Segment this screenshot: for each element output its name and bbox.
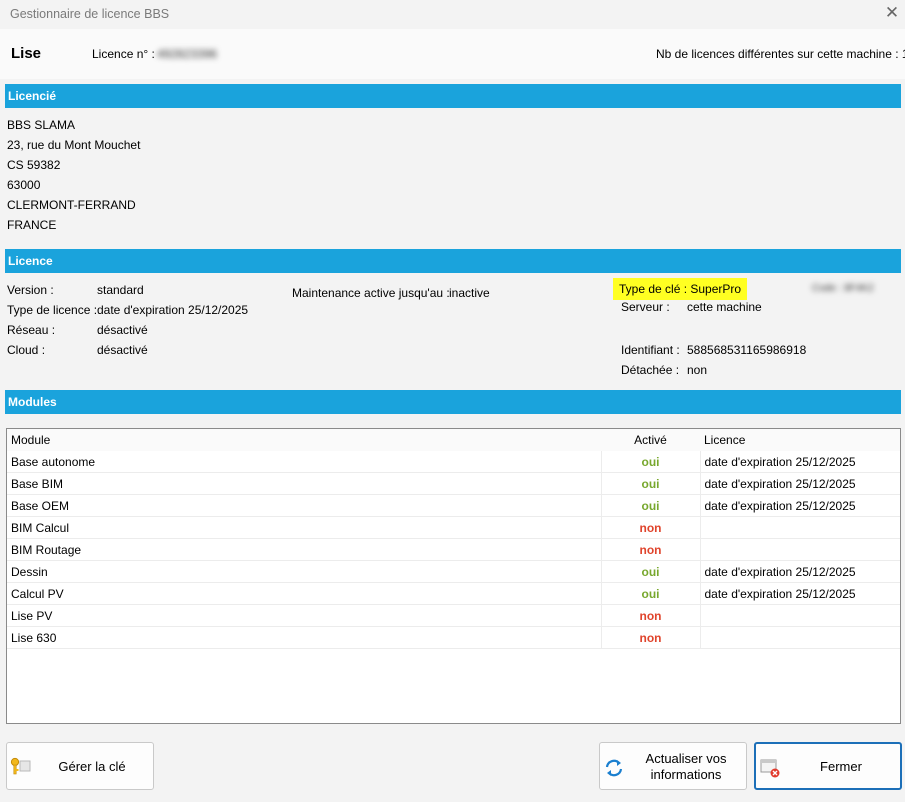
licence-section-bar: Licence (5, 249, 901, 273)
module-licence (700, 538, 900, 561)
detachee-value: non (687, 363, 708, 377)
reseau-label: Réseau : (7, 323, 56, 337)
module-active: oui (600, 451, 701, 473)
module-licence (700, 626, 900, 649)
serveur-value: cette machine (687, 300, 762, 314)
module-name: Dessin (7, 560, 601, 583)
cloud-label: Cloud : (7, 343, 46, 357)
licence-count: Nb de licences différentes sur cette mac… (656, 47, 905, 61)
module-licence: date d'expiration 25/12/2025 (700, 582, 900, 605)
address-line: BBS SLAMA (7, 118, 76, 132)
window-title: Gestionnaire de licence BBS (10, 7, 170, 21)
module-active: oui (600, 472, 701, 495)
module-licence: date d'expiration 25/12/2025 (700, 560, 900, 583)
module-active: non (600, 516, 701, 539)
reseau-value: désactivé (97, 323, 148, 337)
maintenance-label: Maintenance active jusqu'au : (292, 286, 450, 300)
module-licence (700, 516, 900, 539)
column-header-active[interactable]: Activé (601, 429, 700, 451)
module-name: Calcul PV (7, 582, 601, 605)
refresh-label-line1: Actualiser vos (645, 751, 727, 766)
module-name: Base OEM (7, 494, 601, 517)
table-row[interactable]: Lise 630 non (7, 626, 900, 649)
module-licence: date d'expiration 25/12/2025 (700, 451, 900, 473)
module-name: Lise PV (7, 604, 601, 627)
column-header-module[interactable]: Module (7, 429, 601, 451)
address-line: 63000 (7, 178, 41, 192)
modules-heading: Modules (8, 395, 57, 409)
manage-key-label: Gérer la clé (58, 759, 126, 774)
licence-number-label: Licence n° : (92, 47, 155, 61)
licence-heading: Licence (8, 254, 53, 268)
table-row[interactable]: Calcul PV oui date d'expiration 25/12/2025 (7, 582, 900, 605)
refresh-label: Actualiser vos informations (628, 751, 744, 783)
refresh-button[interactable]: Actualiser vos informations (599, 742, 747, 790)
refresh-label-line2: informations (650, 767, 722, 782)
module-licence (700, 604, 900, 627)
cloud-value: désactivé (97, 343, 148, 357)
close-button[interactable]: Fermer (754, 742, 902, 790)
module-licence: date d'expiration 25/12/2025 (700, 472, 900, 495)
close-label: Fermer (820, 759, 862, 774)
key-type-highlight: Type de clé : SuperPro (613, 278, 748, 300)
licencie-section-bar: Licencié (5, 84, 901, 108)
table-row[interactable]: Base autonome oui date d'expiration 25/12/… (7, 451, 900, 473)
module-active: oui (600, 582, 701, 605)
address-line: CS 59382 (7, 158, 61, 172)
module-active: non (600, 604, 701, 627)
module-name: BIM Routage (7, 538, 601, 561)
close-icon[interactable]: ✕ (884, 4, 900, 22)
serveur-label: Serveur : (621, 300, 670, 314)
table-header-row: Module Activé Licence (7, 429, 900, 451)
module-name: Base BIM (7, 472, 601, 495)
detachee-label: Détachée : (621, 363, 680, 377)
address-line: FRANCE (7, 218, 57, 232)
module-name: Lise 630 (7, 626, 601, 649)
module-active: non (600, 626, 701, 649)
maintenance-value: inactive (449, 286, 490, 300)
licence-type-label: Type de licence : (7, 303, 98, 317)
product-name: Lise (11, 45, 42, 62)
key-icon (10, 757, 32, 780)
table-row[interactable]: Dessin oui date d'expiration 25/12/2025 (7, 560, 900, 583)
module-name: BIM Calcul (7, 516, 601, 539)
code-value: Code : 8F4K2 (812, 283, 874, 294)
close-window-icon (760, 757, 782, 782)
table-row[interactable]: Base OEM oui date d'expiration 25/12/2025 (7, 494, 900, 517)
module-active: non (600, 538, 701, 561)
licence-type-value: date d'expiration 25/12/2025 (97, 303, 249, 317)
manage-key-button[interactable]: Gérer la clé (6, 742, 154, 790)
module-name: Base autonome (7, 451, 601, 473)
address-line: CLERMONT-FERRAND (7, 198, 136, 212)
version-value: standard (97, 283, 144, 297)
module-licence: date d'expiration 25/12/2025 (700, 494, 900, 517)
identifiant-value: 588568531165986918 (687, 343, 807, 357)
licence-number: 492823396 (157, 47, 218, 61)
address-line: 23, rue du Mont Mouchet (7, 138, 141, 152)
table-row[interactable]: Lise PV non (7, 604, 900, 627)
modules-section-bar: Modules (5, 390, 901, 414)
licencie-heading: Licencié (8, 89, 57, 103)
identifiant-label: Identifiant : (621, 343, 680, 357)
table-row[interactable]: BIM Calcul non (7, 516, 900, 539)
module-active: oui (600, 560, 701, 583)
module-active: oui (600, 494, 701, 517)
table-row[interactable]: BIM Routage non (7, 538, 900, 561)
modules-table[interactable]: Module Activé Licence Base autonome oui da… (6, 428, 901, 724)
column-header-licence[interactable]: Licence (700, 429, 900, 451)
version-label: Version : (7, 283, 54, 297)
table-row[interactable]: Base BIM oui date d'expiration 25/12/2025 (7, 472, 900, 495)
refresh-icon (604, 758, 624, 781)
